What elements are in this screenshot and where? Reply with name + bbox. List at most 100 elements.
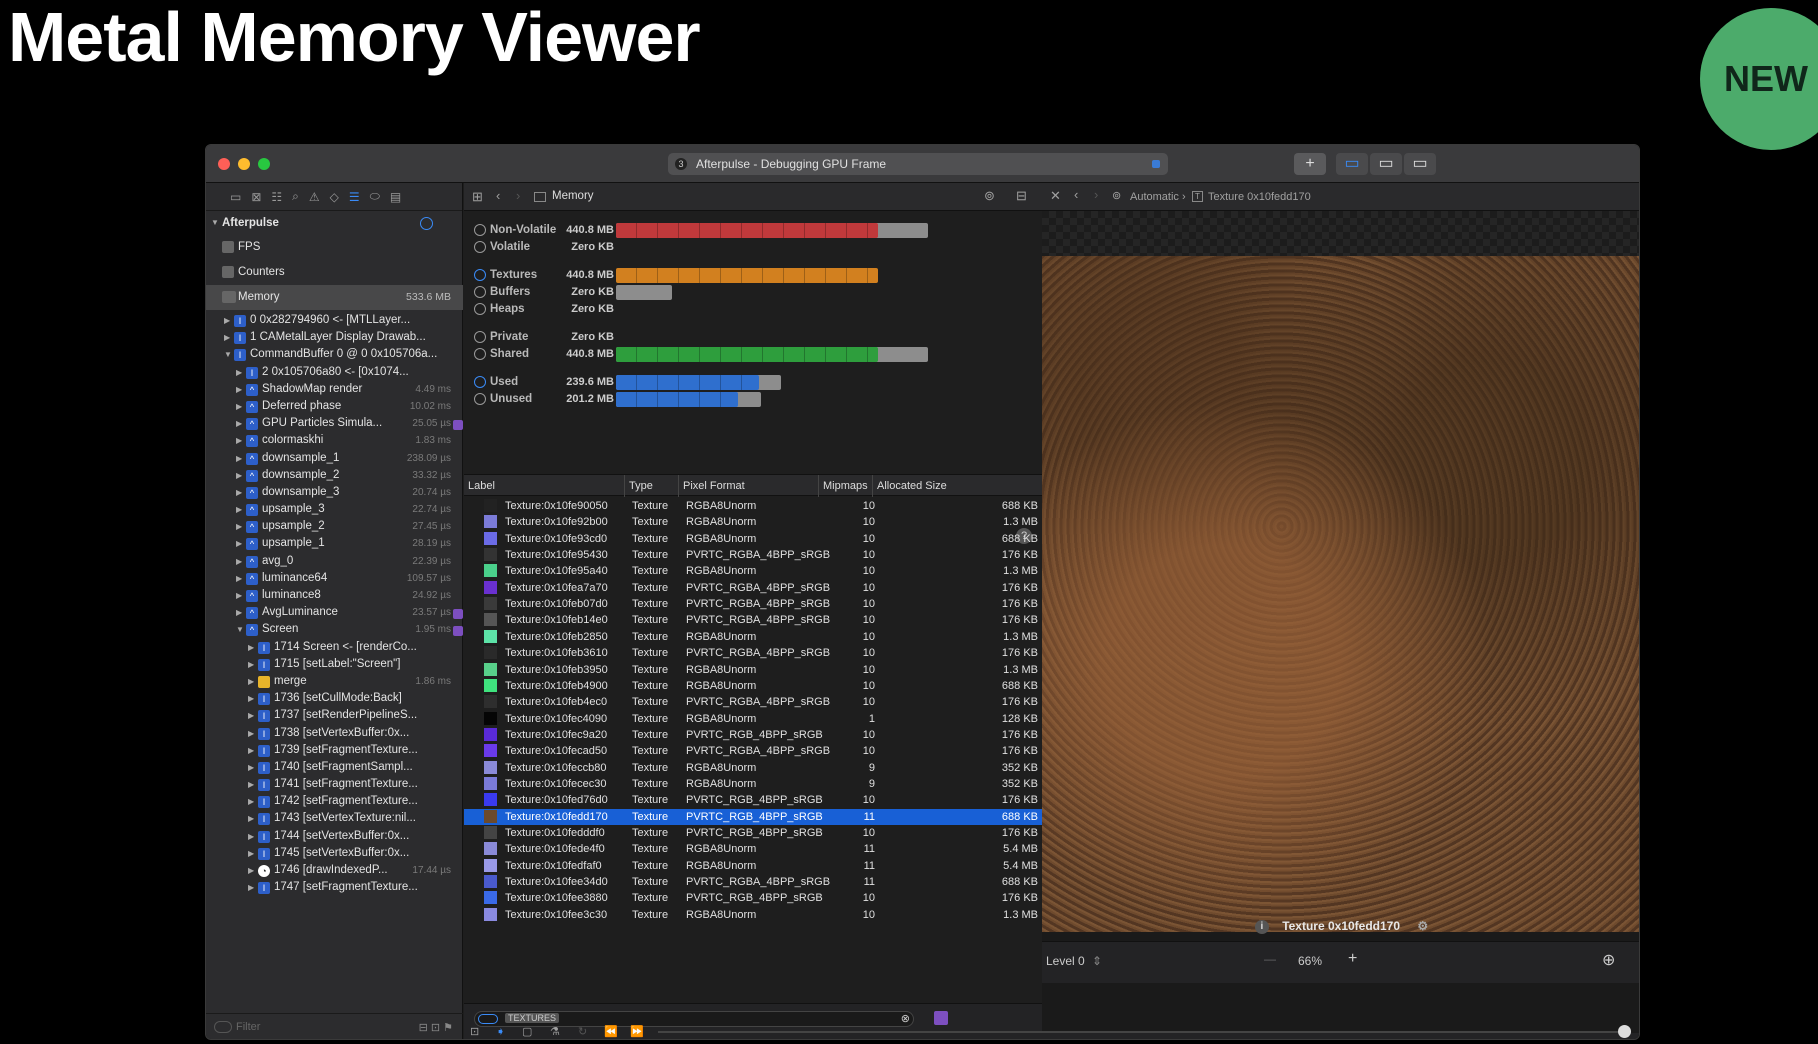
disclosure-triangle-icon[interactable]: ▶ — [236, 484, 242, 501]
disclosure-triangle-icon[interactable]: ▼ — [224, 346, 232, 363]
texture-image[interactable] — [1042, 256, 1639, 932]
link-icon[interactable]: ⊚ — [984, 188, 995, 204]
forward-icon[interactable]: › — [516, 188, 520, 203]
tree-row[interactable]: ▶ ^ downsample_2 33.32 µs — [206, 467, 463, 484]
gpu-icon[interactable]: ⚗ — [550, 1025, 560, 1038]
disclosure-triangle-icon[interactable]: ▶ — [248, 759, 254, 776]
forward-icon[interactable]: › — [1094, 187, 1098, 202]
table-row[interactable]: Texture:0x10fede4f0 Texture RGBA8Unorm 11 5.… — [464, 841, 1042, 857]
tree-row[interactable]: ▶ I 1736 [setCullMode:Back] — [206, 690, 463, 707]
tree-row[interactable]: ▶ ^ upsample_2 27.45 µs — [206, 518, 463, 535]
tree-row[interactable]: ▶ I 1744 [setVertexBuffer:0x... — [206, 828, 463, 845]
disclosure-triangle-icon[interactable]: ▶ — [224, 329, 230, 346]
minimize-window-button[interactable] — [238, 158, 250, 170]
tree-row[interactable]: ▶ ^ colormaskhi 1.83 ms — [206, 432, 463, 449]
tree-row[interactable]: ▶ I 1745 [setVertexBuffer:0x... — [206, 845, 463, 862]
folder-icon[interactable]: ▭ — [230, 190, 241, 204]
memory-summary-row[interactable]: Private Zero KB — [474, 328, 1034, 346]
memory-bar-fill[interactable] — [616, 375, 759, 390]
table-row[interactable]: Texture:0x10fec4090 Texture RGBA8Unorm 1 128… — [464, 711, 1042, 727]
table-row[interactable]: Texture:0x10feb4ec0 Texture PVRTC_RGBA_4BP… — [464, 694, 1042, 710]
marker-icon[interactable] — [453, 420, 463, 431]
disclosure-triangle-icon[interactable]: ▶ — [248, 828, 254, 845]
console-icon[interactable]: ⊡ — [470, 1025, 479, 1038]
zoom-in-icon[interactable]: + — [1348, 950, 1357, 968]
tree-row[interactable]: ▶ ^ luminance8 24.92 µs — [206, 587, 463, 604]
disclosure-triangle-icon[interactable]: ▶ — [248, 845, 254, 862]
table-row[interactable]: Texture:0x10fe93cd0 Texture RGBA8Unorm 10 68… — [464, 531, 1042, 547]
table-row[interactable]: Texture:0x10fe90050 Texture RGBA8Unorm 10 68… — [464, 498, 1042, 514]
layout-icon[interactable]: ⊟ — [1016, 188, 1027, 204]
column-allocated-size[interactable]: Allocated Size — [872, 475, 947, 497]
tree-row[interactable]: ▶ I 1742 [setFragmentTexture... — [206, 793, 463, 810]
column-pixel-format[interactable]: Pixel Format — [678, 475, 745, 497]
toggle-icon[interactable] — [474, 268, 486, 281]
debug-area-toggle-icon[interactable]: ▭ — [1370, 153, 1402, 175]
breadcrumb-automatic[interactable]: Automatic — [1130, 191, 1179, 203]
disclosure-triangle-icon[interactable]: ▶ — [236, 587, 242, 604]
toggle-icon[interactable] — [474, 285, 486, 298]
table-row[interactable]: Texture:0x10fedddf0 Texture PVRTC_RGB_4BPP… — [464, 825, 1042, 841]
tree-row[interactable]: ▶ I 1 CAMetalLayer Display Drawab... — [206, 329, 463, 346]
disclosure-triangle-icon[interactable]: ▶ — [236, 415, 242, 432]
close-window-button[interactable] — [218, 158, 230, 170]
breadcrumb[interactable]: Memory — [552, 190, 594, 202]
tree-row[interactable]: ▶ ◔ 1746 [drawIndexedP... 17.44 µs — [206, 862, 463, 879]
disclosure-triangle-icon[interactable]: ▶ — [248, 707, 254, 724]
gauge-icon[interactable] — [420, 217, 433, 230]
zoom-window-button[interactable] — [258, 158, 270, 170]
disclosure-triangle-icon[interactable]: ▶ — [248, 879, 254, 896]
tree-row[interactable]: ▶ ^ Deferred phase 10.02 ms — [206, 398, 463, 415]
report-icon[interactable]: ▤ — [390, 190, 401, 204]
tree-row[interactable]: ▶ I 1741 [setFragmentTexture... — [206, 776, 463, 793]
disclosure-triangle-icon[interactable]: ▶ — [236, 535, 242, 552]
tree-row[interactable]: ▶ ^ downsample_3 20.74 µs — [206, 484, 463, 501]
memory-summary-row[interactable]: Heaps Zero KB — [474, 300, 1034, 318]
disclosure-triangle-icon[interactable]: ▶ — [236, 450, 242, 467]
disclosure-triangle-icon[interactable]: ▶ — [248, 742, 254, 759]
source-control-icon[interactable]: ⊠ — [251, 190, 261, 204]
sidebar-item-memory[interactable]: Memory 533.6 MB — [206, 285, 463, 310]
table-row[interactable]: Texture:0x10fedd170 Texture PVRTC_RGB_4BPP… — [464, 808, 1042, 825]
table-row[interactable]: Texture:0x10feb2850 Texture RGBA8Unorm 10 1.… — [464, 629, 1042, 645]
issue-icon[interactable]: ⚠ — [309, 190, 320, 204]
table-row[interactable]: Texture:0x10feccb80 Texture RGBA8Unorm 9 352… — [464, 760, 1042, 776]
test-icon[interactable]: ◇ — [330, 190, 339, 204]
toggle-icon[interactable] — [474, 330, 486, 343]
tree-row[interactable]: ▶ ^ GPU Particles Simula... 25.05 µs — [206, 415, 463, 432]
tree-row[interactable]: ▶ ^ upsample_3 22.74 µs — [206, 501, 463, 518]
memory-summary-row[interactable]: Non-Volatile 440.8 MB — [474, 221, 1034, 239]
rewind-icon[interactable]: ⏪ — [604, 1025, 618, 1038]
table-row[interactable]: Texture:0x10fea7a70 Texture PVRTC_RGBA_4BP… — [464, 580, 1042, 596]
tree-row[interactable]: ▶ I 1743 [setVertexTexture:nil... — [206, 810, 463, 827]
table-row[interactable]: Texture:0x10fecec30 Texture RGBA8Unorm 9 352… — [464, 776, 1042, 792]
tree-row[interactable]: ▶ I 1747 [setFragmentTexture... — [206, 879, 463, 896]
filter-options-icon[interactable]: ⊟ ⊡ ⚑ — [419, 1021, 453, 1034]
disclosure-triangle-icon[interactable]: ▶ — [248, 793, 254, 810]
tree-row[interactable]: ▶ ^ downsample_1 238.09 µs — [206, 450, 463, 467]
disclosure-triangle-icon[interactable]: ▶ — [236, 570, 242, 587]
tree-row[interactable]: ▶ ^ upsample_1 28.19 µs — [206, 535, 463, 552]
debug-icon[interactable]: ☰ — [349, 190, 360, 204]
find-icon[interactable]: ⌕ — [292, 189, 299, 204]
inspector-toggle-icon[interactable]: ▭ — [1404, 153, 1436, 175]
tree-row[interactable]: ▶ I 1714 Screen <- [renderCo... — [206, 639, 463, 656]
memory-bar-fill[interactable] — [616, 392, 738, 407]
disclosure-triangle-icon[interactable]: ▶ — [236, 398, 242, 415]
disclosure-triangle-icon[interactable]: ▶ — [236, 553, 242, 570]
table-row[interactable]: Texture:0x10feb14e0 Texture PVRTC_RGBA_4BP… — [464, 612, 1042, 628]
scrubber-knob[interactable] — [1618, 1025, 1631, 1038]
tree-row[interactable]: ▶ merge 1.86 ms — [206, 673, 463, 690]
table-row[interactable]: Texture:0x10fec9a20 Texture PVRTC_RGB_4BPP… — [464, 727, 1042, 743]
mip-level-selector[interactable]: Level 0 — [1046, 954, 1085, 968]
marker-icon[interactable] — [453, 609, 463, 620]
tree-root[interactable]: ▼ Afterpulse — [206, 213, 463, 235]
filter-field[interactable]: Filter ⊟ ⊡ ⚑ — [206, 1013, 463, 1039]
table-row[interactable]: Texture:0x10fee34d0 Texture PVRTC_RGBA_4BP… — [464, 874, 1042, 890]
disclosure-triangle-icon[interactable]: ▶ — [236, 432, 242, 449]
navigator-toggle-icon[interactable]: ▭ — [1336, 153, 1368, 175]
tree-row[interactable]: ▶ I 1740 [setFragmentSampl... — [206, 759, 463, 776]
toggle-icon[interactable] — [474, 392, 486, 405]
filter-icon[interactable] — [214, 1021, 232, 1033]
tree-row[interactable]: ▶ I 1738 [setVertexBuffer:0x... — [206, 725, 463, 742]
